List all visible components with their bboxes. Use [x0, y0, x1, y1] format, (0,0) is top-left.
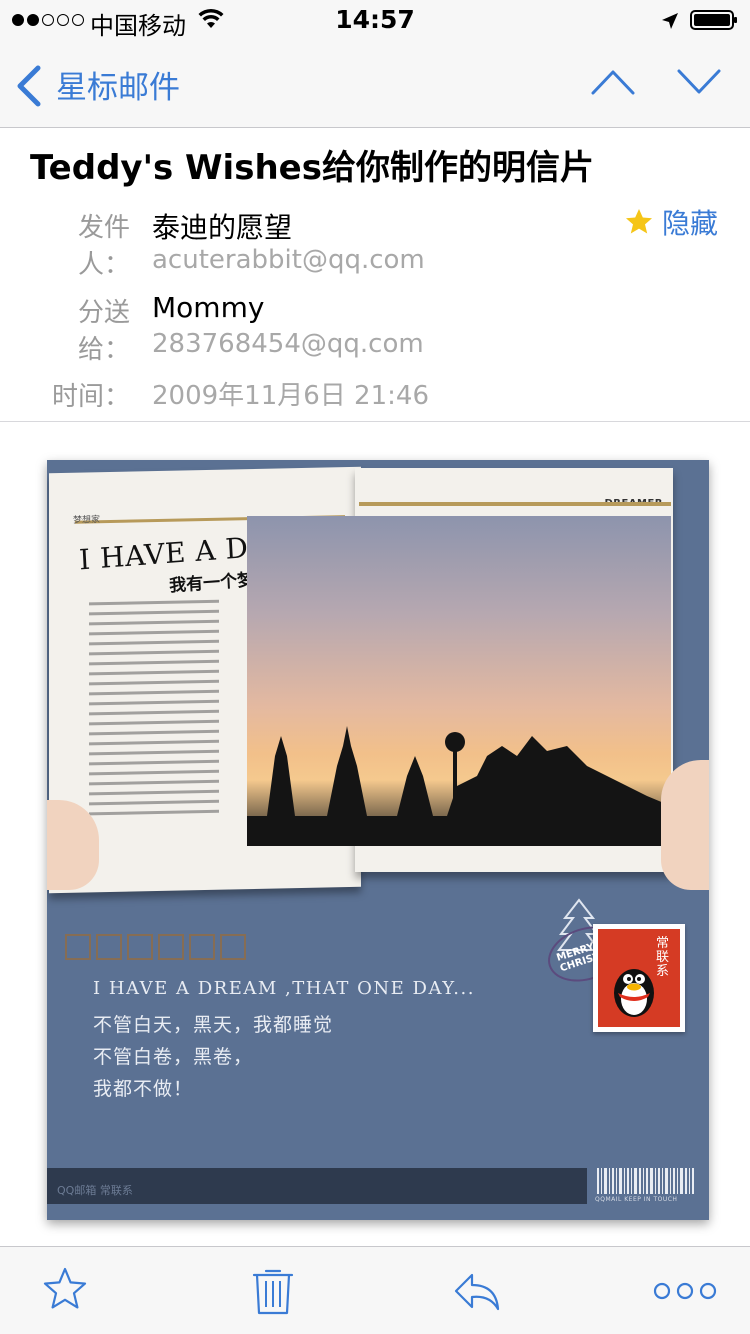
temple-silhouette-image — [247, 726, 671, 846]
navigation-bar: 星标邮件 — [0, 40, 750, 128]
trash-icon[interactable] — [248, 1265, 298, 1317]
header-divider — [0, 421, 750, 422]
recipient-address[interactable]: 283768454@qq.com — [152, 329, 424, 359]
hide-details-button[interactable]: 隐藏 — [624, 202, 718, 242]
hide-label: 隐藏 — [662, 207, 719, 240]
qq-penguin-icon — [614, 969, 654, 1017]
barcode-caption: QQMAIL KEEP IN TOUCH — [595, 1196, 678, 1203]
star-icon[interactable] — [40, 1265, 90, 1317]
postal-code-boxes — [65, 934, 246, 960]
email-time: 2009年11月6日 21:46 — [152, 381, 429, 411]
status-bar: 中国移动 14:57 — [0, 0, 750, 40]
postcard-line-4: 我都不做！ — [93, 1078, 194, 1100]
sender-name[interactable]: 泰迪的愿望 — [152, 206, 292, 246]
previous-message-icon[interactable] — [590, 68, 636, 96]
battery-icon — [690, 10, 737, 30]
next-message-icon[interactable] — [676, 68, 722, 96]
email-subject: Teddy's Wishes给你制作的明信片 — [30, 148, 594, 188]
back-button[interactable]: 星标邮件 — [56, 62, 180, 107]
from-label: 发件人： — [77, 213, 130, 280]
star-filled-icon — [626, 209, 652, 234]
magazine-tag-left: 梦想家 — [73, 515, 101, 526]
bottom-toolbar — [0, 1246, 750, 1334]
recipient-name[interactable]: Mommy — [152, 291, 264, 324]
barcode-image — [597, 1168, 694, 1194]
postcard-line-3: 不管白卷，黑卷， — [93, 1046, 254, 1068]
qq-stamp: 常联系 — [593, 924, 685, 1032]
back-chevron-icon[interactable] — [14, 64, 44, 108]
postcard-footer-strip: QQ邮箱 常联系 — [47, 1168, 587, 1204]
to-label: 分送给： — [77, 298, 130, 365]
reply-icon[interactable] — [452, 1265, 502, 1317]
postcard-footer-text: QQ邮箱 常联系 — [57, 1184, 133, 1197]
time-label: 时间： — [51, 382, 130, 412]
postcard-line-2: 不管白天，黑天，我都睡觉 — [93, 1014, 334, 1036]
magazine-text-block — [89, 599, 219, 823]
right-hand-image — [661, 760, 709, 890]
postcard-image: 梦想家 I HAVE A DREAM 我有一个梦想 DREAMER I HAVE… — [47, 460, 709, 1220]
more-icon[interactable] — [652, 1265, 718, 1317]
location-arrow-icon — [662, 13, 678, 29]
sender-address[interactable]: acuterabbit@qq.com — [152, 245, 425, 275]
status-time: 14:57 — [335, 5, 415, 34]
postcard-line-1: I HAVE A DREAM ,THAT ONE DAY... — [93, 978, 475, 999]
